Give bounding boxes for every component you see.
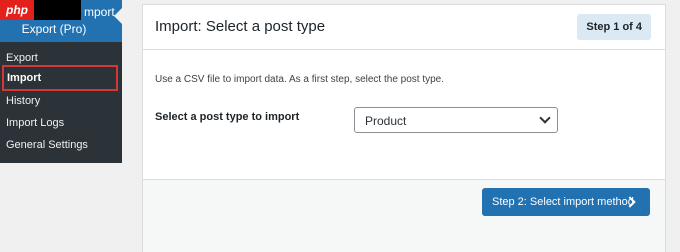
chevron-down-icon — [539, 112, 551, 124]
post-type-select[interactable]: Product — [354, 107, 558, 133]
sidebar-item-history[interactable]: History — [6, 95, 40, 107]
post-type-selected-value: Product — [365, 114, 407, 128]
next-step-button[interactable]: Step 2: Select import method — [482, 188, 650, 216]
sidebar-item-import[interactable]: Import — [2, 65, 118, 91]
import-description: Use a CSV file to import data. As a firs… — [155, 74, 445, 85]
admin-sidebar: php mport Export (Pro) Export Import His… — [0, 0, 122, 163]
import-card: Import: Select a post type Step 1 of 4 U… — [142, 4, 666, 252]
sidebar-menu-header[interactable]: php mport Export (Pro) — [0, 0, 122, 42]
redacted-block — [34, 0, 81, 20]
page-title: Import: Select a post type — [155, 18, 326, 35]
sidebar-item-import-logs[interactable]: Import Logs — [6, 117, 64, 129]
card-header: Import: Select a post type Step 1 of 4 — [143, 5, 665, 50]
sidebar-header-subtext: Export (Pro) — [21, 22, 87, 36]
sidebar-item-general-settings[interactable]: General Settings — [6, 139, 88, 151]
post-type-label: Select a post type to import — [155, 111, 300, 123]
sidebar-item-export[interactable]: Export — [6, 52, 38, 64]
step-badge: Step 1 of 4 — [577, 14, 651, 40]
card-footer: Step 2: Select import method — [143, 179, 665, 252]
php-watermark-logo: php — [0, 0, 34, 20]
next-step-button-label: Step 2: Select import method — [492, 196, 634, 208]
sidebar-header-text: mport — [84, 5, 115, 19]
current-menu-arrow — [114, 8, 122, 24]
